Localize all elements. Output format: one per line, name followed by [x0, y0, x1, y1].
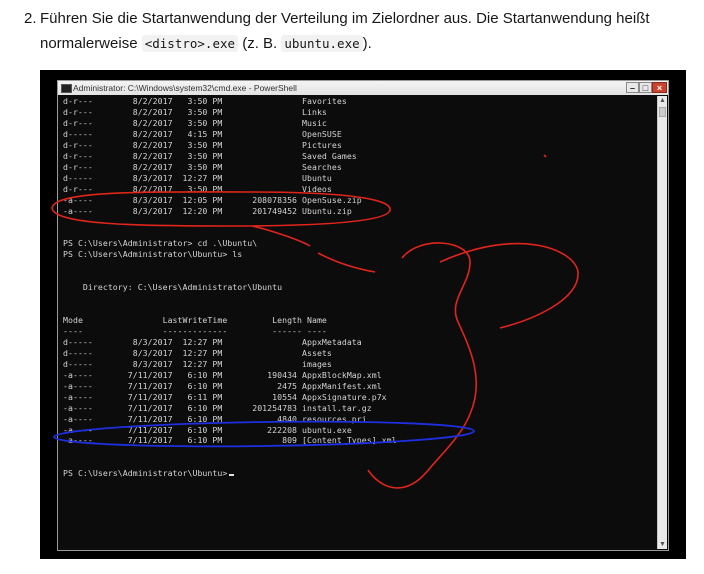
- console-output[interactable]: d-r--- 8/2/2017 3:50 PM Favorites d-r--- …: [61, 96, 658, 548]
- console-line: d----- 8/2/2017 4:15 PM OpenSUSE: [63, 128, 342, 139]
- console-line: d-r--- 8/2/2017 3:50 PM Searches: [63, 161, 342, 172]
- step-text-middle: (z. B.: [238, 35, 282, 52]
- console-line: -a---- 7/11/2017 6:11 PM 10554 AppxSigna…: [63, 391, 387, 402]
- console-line: -a---- 8/3/2017 12:05 PM 208078356 OpenS…: [63, 194, 362, 205]
- window-title: Administrator: C:\Windows\system32\cmd.e…: [73, 83, 297, 93]
- console-line: -a---- 7/11/2017 6:10 PM 809 [Content_Ty…: [63, 435, 397, 446]
- inline-code-ubuntu-exe: ubuntu.exe: [281, 35, 363, 52]
- screenshot-image: Administrator: C:\Windows\system32\cmd.e…: [40, 70, 686, 559]
- console-line: Mode LastWriteTime Length Name: [63, 315, 327, 325]
- text-cursor: [229, 474, 235, 477]
- console-line: -a---- 7/11/2017 6:10 PM 190434 AppxBloc…: [63, 369, 382, 380]
- step-number: 2.: [24, 10, 37, 27]
- console-line: d-r--- 8/2/2017 3:50 PM Videos: [63, 183, 332, 194]
- console-line: -a---- 8/3/2017 12:20 PM 201749452 Ubunt…: [63, 205, 352, 216]
- console-line: d----- 8/3/2017 12:27 PM images: [63, 358, 332, 369]
- console-line: PS C:\Users\Administrator\Ubuntu> ls: [63, 249, 243, 260]
- scroll-up-arrow-icon[interactable]: ▲: [658, 96, 667, 105]
- powershell-window: Administrator: C:\Windows\system32\cmd.e…: [57, 80, 669, 551]
- console-line: d----- 8/3/2017 12:27 PM AppxMetadata: [63, 336, 362, 347]
- console-line: d-r--- 8/2/2017 3:50 PM Music: [63, 117, 327, 128]
- console-line: -a---- 7/11/2017 6:10 PM 2475 AppxManife…: [63, 380, 382, 391]
- console-line: d-r--- 8/2/2017 3:50 PM Favorites: [63, 96, 347, 106]
- console-line: -a---- 7/11/2017 6:10 PM 222208 ubuntu.e…: [63, 424, 352, 435]
- console-line: d----- 8/3/2017 12:27 PM Ubuntu: [63, 172, 332, 183]
- maximize-button[interactable]: □: [639, 82, 652, 93]
- console-line: Directory: C:\Users\Administrator\Ubuntu: [63, 282, 283, 293]
- console-line: d-r--- 8/2/2017 3:50 PM Saved Games: [63, 150, 357, 161]
- console-icon: [61, 84, 72, 93]
- console-line: PS C:\Users\Administrator\Ubuntu>: [63, 468, 235, 479]
- console-line: -a---- 7/11/2017 6:10 PM 4840 resources.…: [63, 413, 367, 424]
- step-text: Führen Sie die Startanwendung der Vertei…: [24, 6, 694, 56]
- console-line: d-r--- 8/2/2017 3:50 PM Links: [63, 106, 327, 117]
- console-line: d----- 8/3/2017 12:27 PM Assets: [63, 347, 332, 358]
- close-button[interactable]: ×: [652, 82, 667, 93]
- scroll-thumb[interactable]: [659, 107, 666, 117]
- console-line: d-r--- 8/2/2017 3:50 PM Pictures: [63, 139, 342, 150]
- inline-code-distro-exe: <distro>.exe: [141, 35, 239, 52]
- instruction-step: 2. Führen Sie die Startanwendung der Ver…: [24, 6, 694, 56]
- scroll-down-arrow-icon[interactable]: ▼: [658, 540, 667, 549]
- minimize-button[interactable]: –: [626, 82, 639, 93]
- console-line: PS C:\Users\Administrator> cd .\Ubuntu\: [63, 238, 258, 249]
- console-line: -a---- 7/11/2017 6:10 PM 201254783 insta…: [63, 402, 372, 413]
- step-text-end: ).: [362, 35, 372, 52]
- console-line: ---- ------------- ------ ----: [63, 325, 327, 336]
- window-titlebar[interactable]: Administrator: C:\Windows\system32\cmd.e…: [58, 81, 668, 95]
- vertical-scrollbar[interactable]: ▲ ▼: [657, 96, 667, 549]
